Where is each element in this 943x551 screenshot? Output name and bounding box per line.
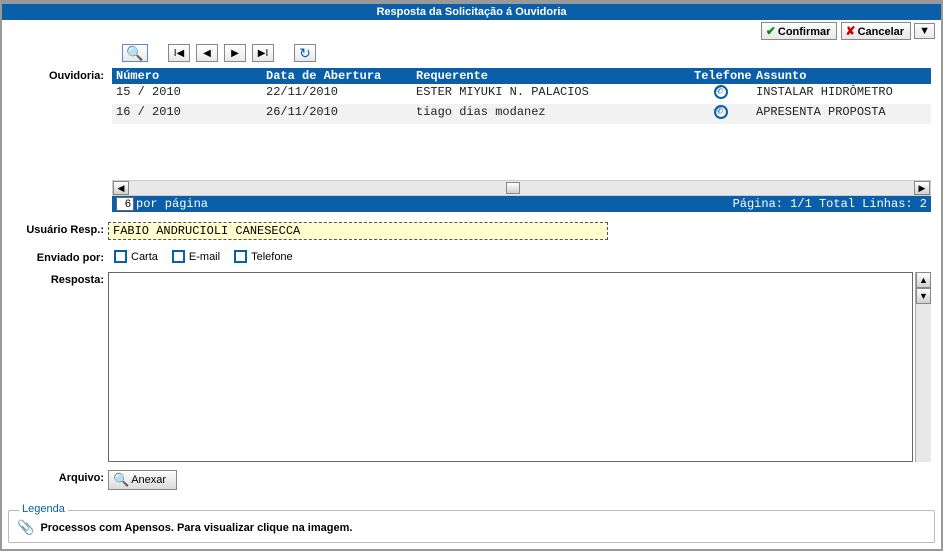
cell-data: 26/11/2010 bbox=[262, 104, 412, 124]
grid-footer-right: Página: 1/1 Total Linhas: 2 bbox=[733, 197, 927, 211]
checkbox-label: Carta bbox=[131, 251, 158, 263]
usuario-resp-label: Usuário Resp.: bbox=[8, 222, 108, 236]
checkbox-box[interactable] bbox=[114, 250, 127, 263]
ouvidoria-row: Ouvidoria: Número Data de Abertura Reque… bbox=[8, 68, 935, 212]
phone-icon bbox=[714, 85, 728, 99]
phone-icon bbox=[714, 105, 728, 119]
resposta-label: Resposta: bbox=[8, 272, 108, 286]
scroll-thumb[interactable] bbox=[506, 182, 520, 194]
scroll-right-button[interactable]: ▶ bbox=[914, 181, 930, 195]
window-title: Resposta da Solicitação á Ouvidoria bbox=[376, 6, 566, 18]
grid: Número Data de Abertura Requerente Telef… bbox=[112, 68, 931, 212]
col-header-telefone[interactable]: Telefone bbox=[690, 68, 752, 84]
enviado-por-row: Enviado por: Carta E-mail Telefone bbox=[8, 250, 935, 264]
first-button[interactable]: I◀ bbox=[168, 44, 190, 62]
confirm-label: Confirmar bbox=[778, 26, 831, 38]
grid-hscroll[interactable]: ◀ ▶ bbox=[112, 180, 931, 196]
checkbox-telefone[interactable]: Telefone bbox=[234, 250, 293, 263]
ouvidoria-label: Ouvidoria: bbox=[8, 68, 108, 82]
scroll-down-button[interactable]: ▼ bbox=[916, 288, 931, 304]
action-dropdown[interactable]: ▼ bbox=[914, 23, 935, 39]
check-icon: ✔ bbox=[766, 24, 776, 38]
last-button[interactable]: ▶I bbox=[252, 44, 274, 62]
scroll-up-button[interactable]: ▲ bbox=[916, 272, 931, 288]
arquivo-row: Arquivo: 🔍 Anexar bbox=[8, 470, 935, 490]
action-bar: ✔Confirmar ✘Cancelar ▼ bbox=[2, 20, 941, 42]
search-button[interactable]: 🔍 bbox=[122, 44, 148, 62]
cell-assunto: INSTALAR HIDRÔMETRO bbox=[752, 84, 931, 104]
enviado-por-label: Enviado por: bbox=[8, 250, 108, 264]
checkbox-box[interactable] bbox=[234, 250, 247, 263]
prev-button[interactable]: ◀ bbox=[196, 44, 218, 62]
anexar-label: Anexar bbox=[131, 474, 166, 486]
perpage-label: por página bbox=[136, 197, 208, 211]
cancel-button[interactable]: ✘Cancelar bbox=[841, 22, 912, 40]
checkbox-email[interactable]: E-mail bbox=[172, 250, 220, 263]
resposta-row: Resposta: ▲ ▼ bbox=[8, 272, 935, 462]
col-header-numero[interactable]: Número bbox=[112, 68, 262, 84]
scroll-left-button[interactable]: ◀ bbox=[113, 181, 129, 195]
table-row[interactable]: 16 / 2010 26/11/2010 tiago dias modanez … bbox=[112, 104, 931, 124]
paperclip-icon: 📎 bbox=[17, 519, 34, 536]
legend-item: 📎 Processos com Apensos. Para visualizar… bbox=[17, 519, 926, 536]
cell-requerente: tiago dias modanez bbox=[412, 104, 690, 124]
perpage-input[interactable] bbox=[116, 197, 134, 211]
next-button[interactable]: ▶ bbox=[224, 44, 246, 62]
grid-footer: por página Página: 1/1 Total Linhas: 2 bbox=[112, 196, 931, 212]
legend-box: Legenda 📎 Processos com Apensos. Para vi… bbox=[8, 510, 935, 543]
textarea-vscroll[interactable]: ▲ ▼ bbox=[915, 272, 931, 462]
cell-numero: 16 / 2010 bbox=[112, 104, 262, 124]
title-bar: Resposta da Solicitação á Ouvidoria bbox=[2, 4, 941, 20]
cancel-label: Cancelar bbox=[858, 26, 904, 38]
legend-title: Legenda bbox=[19, 503, 68, 515]
checkbox-box[interactable] bbox=[172, 250, 185, 263]
usuario-resp-row: Usuário Resp.: bbox=[8, 222, 935, 240]
window: Resposta da Solicitação á Ouvidoria ✔Con… bbox=[0, 0, 943, 551]
x-icon: ✘ bbox=[846, 24, 856, 38]
checkbox-carta[interactable]: Carta bbox=[114, 250, 158, 263]
cell-telefone[interactable] bbox=[690, 84, 752, 104]
grid-header: Número Data de Abertura Requerente Telef… bbox=[112, 68, 931, 84]
cell-telefone[interactable] bbox=[690, 104, 752, 124]
table-row[interactable]: 15 / 2010 22/11/2010 ESTER MIYUKI N. PAL… bbox=[112, 84, 931, 104]
confirm-button[interactable]: ✔Confirmar bbox=[761, 22, 838, 40]
attach-search-icon: 🔍 bbox=[113, 472, 129, 488]
cell-numero: 15 / 2010 bbox=[112, 84, 262, 104]
col-header-data[interactable]: Data de Abertura bbox=[262, 68, 412, 84]
cell-requerente: ESTER MIYUKI N. PALACIOS bbox=[412, 84, 690, 104]
form-area: 🔍 I◀ ◀ ▶ ▶I ↻ Ouvidoria: Número Data de … bbox=[2, 42, 941, 490]
scroll-track[interactable] bbox=[129, 181, 914, 195]
legend-text: Processos com Apensos. Para visualizar c… bbox=[40, 522, 352, 534]
refresh-button[interactable]: ↻ bbox=[294, 44, 316, 62]
cell-data: 22/11/2010 bbox=[262, 84, 412, 104]
grid-nav-strip: 🔍 I◀ ◀ ▶ ▶I ↻ bbox=[108, 42, 935, 64]
anexar-button[interactable]: 🔍 Anexar bbox=[108, 470, 177, 490]
resposta-textarea[interactable] bbox=[108, 272, 913, 462]
grid-body: 15 / 2010 22/11/2010 ESTER MIYUKI N. PAL… bbox=[112, 84, 931, 124]
col-header-requerente[interactable]: Requerente bbox=[412, 68, 690, 84]
usuario-resp-input[interactable] bbox=[108, 222, 608, 240]
arquivo-label: Arquivo: bbox=[8, 470, 108, 484]
checkbox-label: Telefone bbox=[251, 251, 293, 263]
enviado-por-options: Carta E-mail Telefone bbox=[108, 250, 293, 263]
checkbox-label: E-mail bbox=[189, 251, 220, 263]
cell-assunto: APRESENTA PROPOSTA bbox=[752, 104, 931, 124]
col-header-assunto[interactable]: Assunto bbox=[752, 68, 931, 84]
